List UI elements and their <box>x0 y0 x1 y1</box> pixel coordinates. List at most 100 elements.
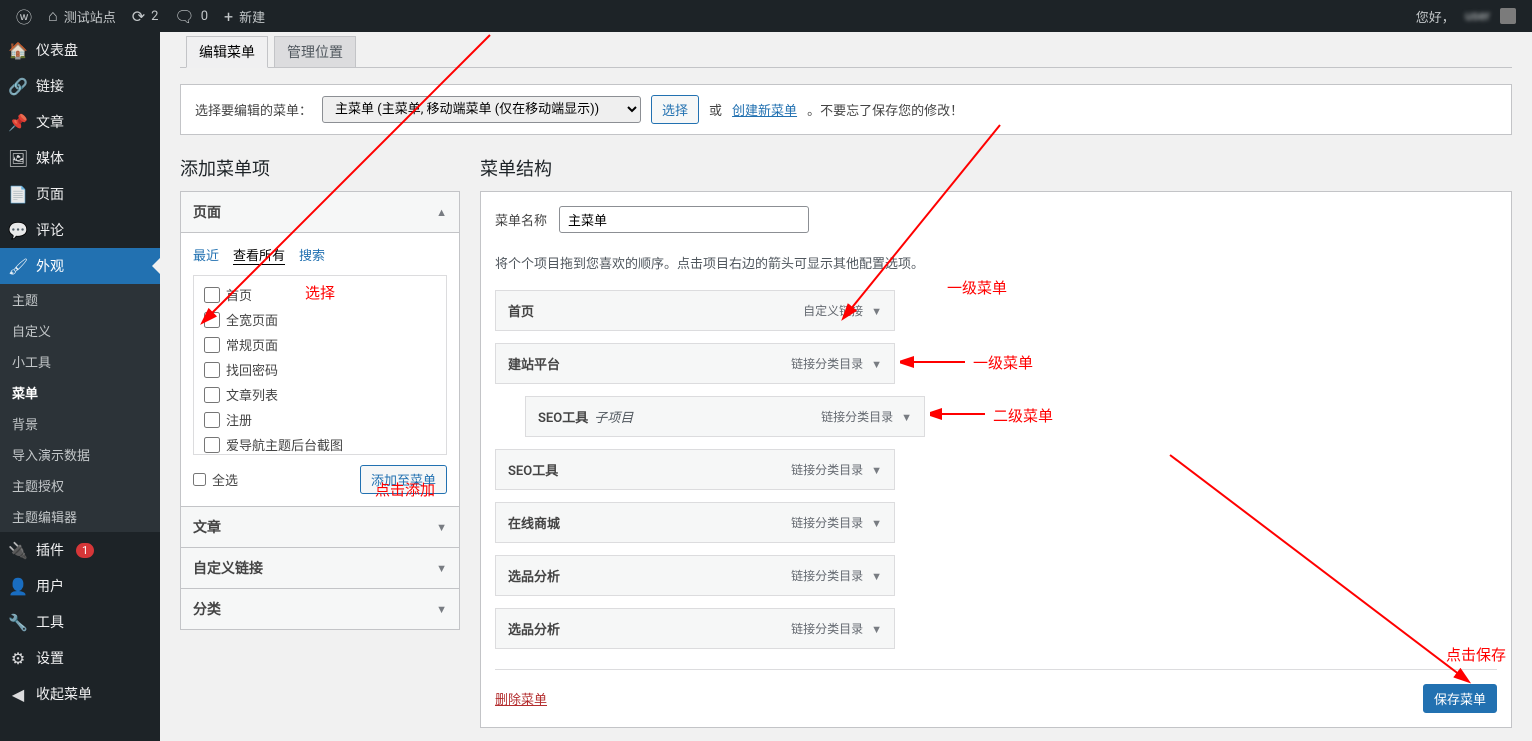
filter-tab[interactable]: 查看所有 <box>233 245 285 265</box>
chevron-down-icon: ▼ <box>871 623 882 636</box>
submenu-item[interactable]: 菜单 <box>0 377 160 408</box>
submenu-item[interactable]: 主题 <box>0 284 160 315</box>
wp-logo[interactable]: ⓦ <box>8 0 40 32</box>
page-checkbox-item[interactable]: 全宽页面 <box>204 307 436 332</box>
submenu-item[interactable]: 小工具 <box>0 346 160 377</box>
sidebar-item-2[interactable]: 📌 文章 <box>0 104 160 140</box>
menu-icon: ⚙ <box>8 649 28 668</box>
sidebar-item-9[interactable]: 🔧工具 <box>0 604 160 640</box>
chevron-down-icon: ▼ <box>871 570 882 583</box>
menu-name-input[interactable] <box>559 206 809 233</box>
menu-label: 页面 <box>36 184 64 204</box>
annotation-click-add: 点击添加 <box>375 479 435 500</box>
avatar <box>1500 8 1516 24</box>
sidebar-item-3[interactable]: 🖼媒体 <box>0 140 160 176</box>
menu-icon: 📌 <box>8 113 28 132</box>
menu-settings-panel: 菜单名称 将个个项目拖到您喜欢的顺序。点击项目右边的箭头可显示其他配置选项。 首… <box>480 191 1512 728</box>
chevron-down-icon: ▼ <box>436 562 447 575</box>
filter-tab[interactable]: 最近 <box>193 245 219 265</box>
menu-item-handle[interactable]: 首页自定义链接▼ <box>495 290 895 331</box>
reminder-text: 。不要忘了保存您的修改！ <box>807 100 963 119</box>
chevron-down-icon: ▼ <box>436 603 447 616</box>
annotation-level1-b: 一级菜单 <box>973 352 1033 373</box>
plus-icon: + <box>224 7 233 26</box>
menu-label: 用户 <box>36 576 64 596</box>
tab-edit-menu[interactable]: 编辑菜单 <box>186 36 268 68</box>
delete-menu-link[interactable]: 删除菜单 <box>495 689 547 708</box>
chevron-down-icon: ▼ <box>871 464 882 477</box>
chevron-up-icon: ▲ <box>436 206 447 219</box>
admin-sidebar: 🏠仪表盘 🔗 链接 📌 文章 🖼媒体📄页面 💬 评论 🖌 外观主题自定义小工具菜单背景导入演示数据… <box>0 32 160 741</box>
page-checkbox-item[interactable]: 文章列表 <box>204 382 436 407</box>
chevron-down-icon: ▼ <box>871 358 882 371</box>
comments-link[interactable]: 🗨0 <box>166 0 216 32</box>
menu-label: 收起菜单 <box>36 684 92 704</box>
menu-label: 设置 <box>36 648 64 668</box>
sidebar-item-4[interactable]: 📄页面 <box>0 176 160 212</box>
or-text: 或 <box>709 100 722 119</box>
menu-label: 链接 <box>36 76 64 96</box>
menu-icon: 🖌 <box>8 257 28 276</box>
new-link[interactable]: +新建 <box>216 0 273 32</box>
annotation-level2: 二级菜单 <box>993 405 1053 426</box>
submenu-item[interactable]: 导入演示数据 <box>0 439 160 470</box>
accordion-posts[interactable]: 文章▼ <box>180 507 460 548</box>
page-checkbox-item[interactable]: 找回密码 <box>204 357 436 382</box>
submenu-item[interactable]: 背景 <box>0 408 160 439</box>
site-link[interactable]: ⌂测试站点 <box>40 0 124 32</box>
page-checkbox-item[interactable]: 常规页面 <box>204 332 436 357</box>
add-items-heading: 添加菜单项 <box>180 155 460 181</box>
home-icon: ⌂ <box>48 6 58 26</box>
sidebar-item-8[interactable]: 👤用户 <box>0 568 160 604</box>
menu-selector-row: 选择要编辑的菜单： 主菜单 (主菜单, 移动端菜单 (仅在移动端显示)) 选择 … <box>180 84 1512 135</box>
accordion-pages-header[interactable]: 页面 ▲ <box>181 192 459 233</box>
menu-item-handle[interactable]: 选品分析链接分类目录▼ <box>495 555 895 596</box>
submenu-item[interactable]: 自定义 <box>0 315 160 346</box>
create-menu-link[interactable]: 创建新菜单 <box>732 100 797 119</box>
menu-label: 媒体 <box>36 148 64 168</box>
sidebar-item-0[interactable]: 🏠仪表盘 <box>0 32 160 68</box>
menu-item-handle[interactable]: 选品分析链接分类目录▼ <box>495 608 895 649</box>
accordion-categories[interactable]: 分类▼ <box>180 589 460 630</box>
account-link[interactable]: 您好，user <box>1408 0 1524 32</box>
select-button[interactable]: 选择 <box>651 95 699 124</box>
menu-item-handle[interactable]: SEO工具子项目链接分类目录▼ <box>525 396 925 437</box>
menu-item-handle[interactable]: 在线商城链接分类目录▼ <box>495 502 895 543</box>
sidebar-item-1[interactable]: 🔗 链接 <box>0 68 160 104</box>
select-all-checkbox[interactable]: 全选 <box>193 470 238 489</box>
chevron-down-icon: ▼ <box>871 305 882 318</box>
notification-badge: 1 <box>76 543 94 558</box>
annotation-select: 选择 <box>305 282 335 303</box>
page-checkbox-item[interactable]: 注册 <box>204 407 436 432</box>
chevron-down-icon: ▼ <box>436 521 447 534</box>
accordion-pages: 页面 ▲ 最近查看所有搜索 首页全宽页面常规页面找回密码文章列表注册爱导航主题后… <box>180 191 460 507</box>
updates-link[interactable]: ⟳2 <box>124 0 167 32</box>
save-menu-button[interactable]: 保存菜单 <box>1423 684 1497 713</box>
menu-label: 文章 <box>36 112 64 132</box>
select-label: 选择要编辑的菜单： <box>195 100 312 119</box>
admin-bar: ⓦ ⌂测试站点 ⟳2 🗨0 +新建 您好，user <box>0 0 1532 32</box>
submenu-item[interactable]: 主题授权 <box>0 470 160 501</box>
menu-icon: 🔧 <box>8 613 28 632</box>
menu-icon: 💬 <box>8 221 28 240</box>
menu-label: 评论 <box>36 220 64 240</box>
tab-manage-locations[interactable]: 管理位置 <box>274 36 356 68</box>
refresh-icon: ⟳ <box>132 7 145 26</box>
sidebar-item-5[interactable]: 💬 评论 <box>0 212 160 248</box>
sidebar-item-6[interactable]: 🖌 外观 <box>0 248 160 284</box>
sidebar-item-11[interactable]: ◀收起菜单 <box>0 676 160 712</box>
filter-tabs: 最近查看所有搜索 <box>193 245 447 265</box>
menu-structure-column: 菜单结构 菜单名称 将个个项目拖到您喜欢的顺序。点击项目右边的箭头可显示其他配置… <box>480 155 1512 728</box>
sidebar-item-10[interactable]: ⚙ 设置 <box>0 640 160 676</box>
menu-item-handle[interactable]: SEO工具链接分类目录▼ <box>495 449 895 490</box>
submenu-item[interactable]: 主题编辑器 <box>0 501 160 532</box>
sidebar-item-7[interactable]: 🔌插件1 <box>0 532 160 568</box>
menu-label: 外观 <box>36 256 64 276</box>
menu-icon: 🔗 <box>8 77 28 96</box>
accordion-custom-links[interactable]: 自定义链接▼ <box>180 548 460 589</box>
filter-tab[interactable]: 搜索 <box>299 245 325 265</box>
menu-select[interactable]: 主菜单 (主菜单, 移动端菜单 (仅在移动端显示)) <box>322 96 641 123</box>
page-checkbox-item[interactable]: 爱导航主题后台截图 <box>204 432 436 455</box>
menu-item-handle[interactable]: 建站平台链接分类目录▼ <box>495 343 895 384</box>
menu-name-label: 菜单名称 <box>495 210 547 229</box>
